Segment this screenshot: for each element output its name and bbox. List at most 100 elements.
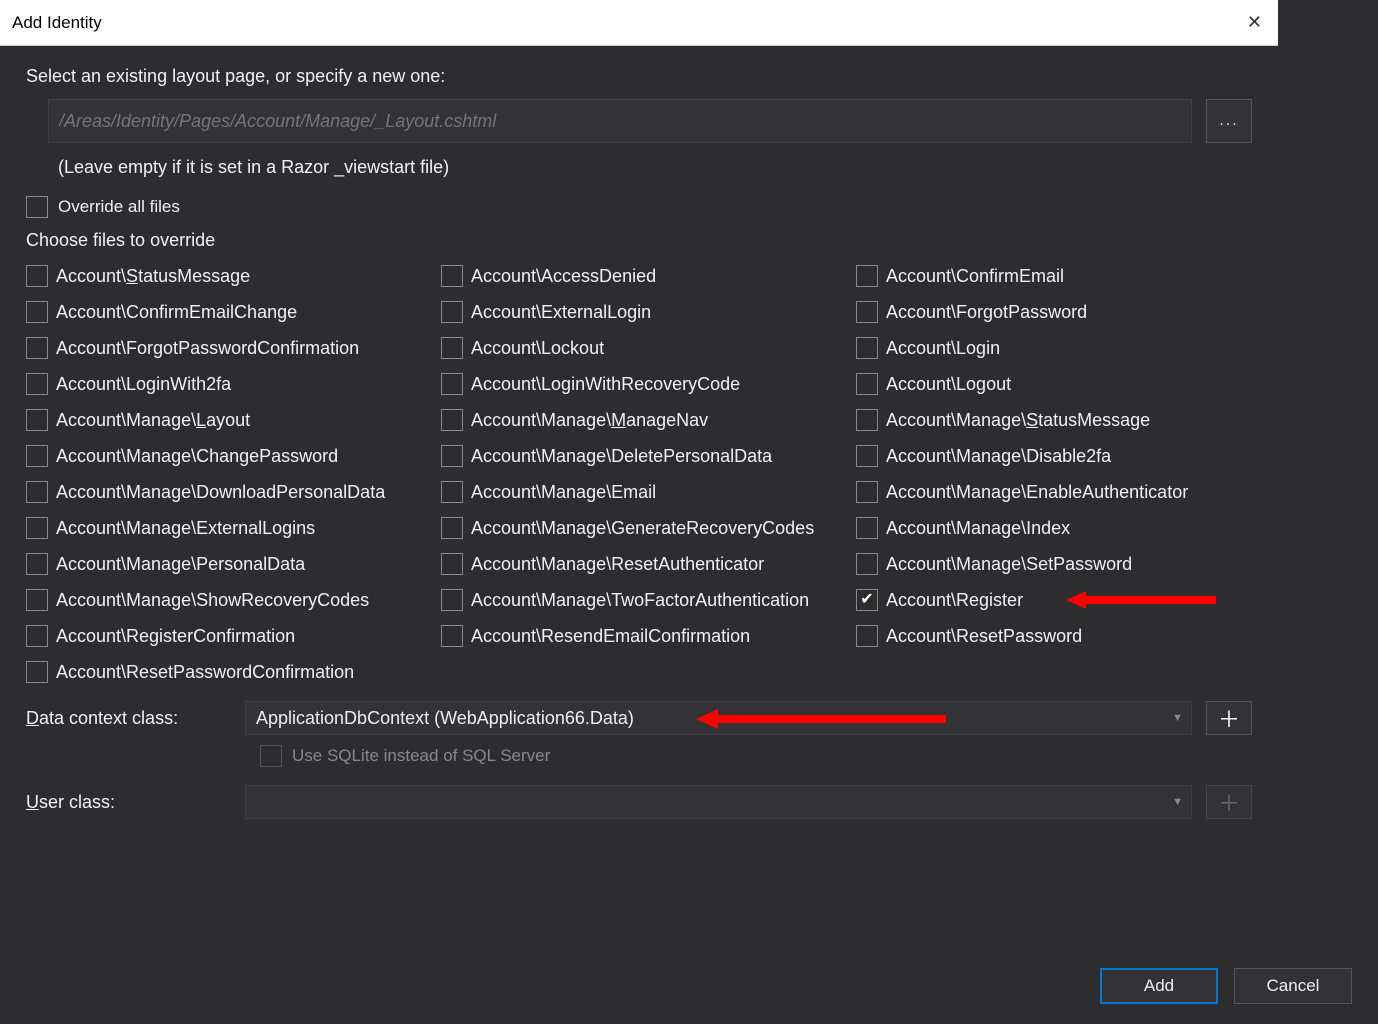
file-checkbox[interactable]: [856, 301, 878, 323]
file-checkbox[interactable]: [441, 553, 463, 575]
file-checkbox[interactable]: [441, 517, 463, 539]
file-checkbox[interactable]: [856, 481, 878, 503]
user-class-label: User class:: [26, 792, 231, 813]
file-checkbox[interactable]: [441, 625, 463, 647]
choose-files-label: Choose files to override: [26, 230, 1252, 251]
file-label: Account\Manage\ResetAuthenticator: [471, 554, 764, 575]
file-label: Account\Manage\StatusMessage: [886, 410, 1150, 431]
file-checkbox[interactable]: [856, 373, 878, 395]
file-checkbox[interactable]: [856, 625, 878, 647]
file-label: Account\Manage\SetPassword: [886, 554, 1132, 575]
sqlite-label: Use SQLite instead of SQL Server: [292, 746, 550, 766]
file-item: Account\Manage\SetPassword: [856, 553, 1236, 575]
data-context-value: ApplicationDbContext (WebApplication66.D…: [256, 708, 634, 729]
chevron-down-icon: ▼: [1172, 712, 1183, 724]
file-item: Account\Manage\PersonalData: [26, 553, 441, 575]
file-item: Account\Manage\Layout: [26, 409, 441, 431]
file-checkbox[interactable]: [441, 301, 463, 323]
file-label: Account\AccessDenied: [471, 266, 656, 287]
cancel-button[interactable]: Cancel: [1234, 968, 1352, 1004]
file-item: Account\Manage\ShowRecoveryCodes: [26, 589, 441, 611]
file-label: Account\Manage\ChangePassword: [56, 446, 338, 467]
file-item: Account\Manage\DownloadPersonalData: [26, 481, 441, 503]
file-item: Account\Lockout: [441, 337, 856, 359]
file-label: Account\Manage\GenerateRecoveryCodes: [471, 518, 814, 539]
file-checkbox[interactable]: [856, 337, 878, 359]
file-checkbox[interactable]: ✔: [856, 589, 878, 611]
file-item: ✔ Account\Register: [856, 589, 1236, 611]
close-icon[interactable]: ✕: [1241, 12, 1268, 33]
file-label: Account\ResendEmailConfirmation: [471, 626, 750, 647]
file-checkbox[interactable]: [856, 553, 878, 575]
file-item: Account\AccessDenied: [441, 265, 856, 287]
file-checkbox[interactable]: [26, 481, 48, 503]
file-label: Account\Manage\PersonalData: [56, 554, 305, 575]
file-checkbox[interactable]: [26, 517, 48, 539]
file-item: Account\ResetPasswordConfirmation: [26, 661, 441, 683]
browse-button[interactable]: ...: [1206, 99, 1252, 143]
file-item: Account\LoginWithRecoveryCode: [441, 373, 856, 395]
file-label: Account\Login: [886, 338, 1000, 359]
file-checkbox[interactable]: [26, 661, 48, 683]
file-item: Account\Manage\ExternalLogins: [26, 517, 441, 539]
file-checkbox[interactable]: [26, 265, 48, 287]
sqlite-checkbox: [260, 745, 282, 767]
file-checkbox[interactable]: [856, 445, 878, 467]
file-item: Account\ResendEmailConfirmation: [441, 625, 856, 647]
file-label: Account\Manage\ExternalLogins: [56, 518, 315, 539]
file-label: Account\ConfirmEmail: [886, 266, 1064, 287]
file-label: Account\Logout: [886, 374, 1011, 395]
file-checkbox[interactable]: [26, 445, 48, 467]
file-item: Account\Manage\Disable2fa: [856, 445, 1236, 467]
file-item: Account\Manage\DeletePersonalData: [441, 445, 856, 467]
file-label: Account\Lockout: [471, 338, 604, 359]
layout-hint: (Leave empty if it is set in a Razor _vi…: [26, 157, 1252, 178]
file-label: Account\Manage\Layout: [56, 410, 250, 431]
title-bar: Add Identity ✕: [0, 0, 1278, 46]
file-item: Account\Manage\ResetAuthenticator: [441, 553, 856, 575]
file-checkbox[interactable]: [26, 373, 48, 395]
add-data-context-button[interactable]: ＋: [1206, 701, 1252, 735]
file-label: Account\ResetPassword: [886, 626, 1082, 647]
chevron-down-icon: ▼: [1172, 796, 1183, 808]
file-label: Account\Manage\Email: [471, 482, 656, 503]
data-context-label: Data context class:: [26, 708, 231, 729]
file-checkbox[interactable]: [856, 265, 878, 287]
file-label: Account\Register: [886, 590, 1023, 611]
override-all-checkbox[interactable]: [26, 196, 48, 218]
file-item: Account\LoginWith2fa: [26, 373, 441, 395]
file-item: Account\ConfirmEmailChange: [26, 301, 441, 323]
override-all-label: Override all files: [58, 197, 180, 217]
data-context-select[interactable]: ApplicationDbContext (WebApplication66.D…: [245, 701, 1192, 735]
file-item: Account\StatusMessage: [26, 265, 441, 287]
file-checkbox[interactable]: [26, 301, 48, 323]
file-item: Account\ResetPassword: [856, 625, 1236, 647]
file-checkbox[interactable]: [856, 409, 878, 431]
file-label: Account\Manage\TwoFactorAuthentication: [471, 590, 809, 611]
file-checkbox[interactable]: [856, 517, 878, 539]
file-grid: Account\StatusMessage Account\AccessDenie…: [26, 265, 1252, 683]
file-checkbox[interactable]: [441, 589, 463, 611]
file-checkbox[interactable]: [441, 481, 463, 503]
add-button[interactable]: Add: [1100, 968, 1218, 1004]
file-checkbox[interactable]: [441, 373, 463, 395]
file-checkbox[interactable]: [441, 409, 463, 431]
file-checkbox[interactable]: [26, 409, 48, 431]
file-label: Account\Manage\DeletePersonalData: [471, 446, 772, 467]
file-label: Account\ExternalLogin: [471, 302, 651, 323]
file-item: Account\Manage\EnableAuthenticator: [856, 481, 1236, 503]
file-checkbox[interactable]: [441, 445, 463, 467]
file-item: Account\Manage\ManageNav: [441, 409, 856, 431]
user-class-select[interactable]: ▼: [245, 785, 1192, 819]
layout-label: Select an existing layout page, or speci…: [26, 66, 1252, 87]
file-checkbox[interactable]: [26, 589, 48, 611]
layout-path-input[interactable]: [48, 99, 1192, 143]
file-checkbox[interactable]: [26, 625, 48, 647]
file-label: Account\RegisterConfirmation: [56, 626, 295, 647]
file-label: Account\Manage\ManageNav: [471, 410, 708, 431]
file-checkbox[interactable]: [441, 337, 463, 359]
file-label: Account\Manage\ShowRecoveryCodes: [56, 590, 369, 611]
file-checkbox[interactable]: [26, 553, 48, 575]
file-checkbox[interactable]: [26, 337, 48, 359]
file-checkbox[interactable]: [441, 265, 463, 287]
